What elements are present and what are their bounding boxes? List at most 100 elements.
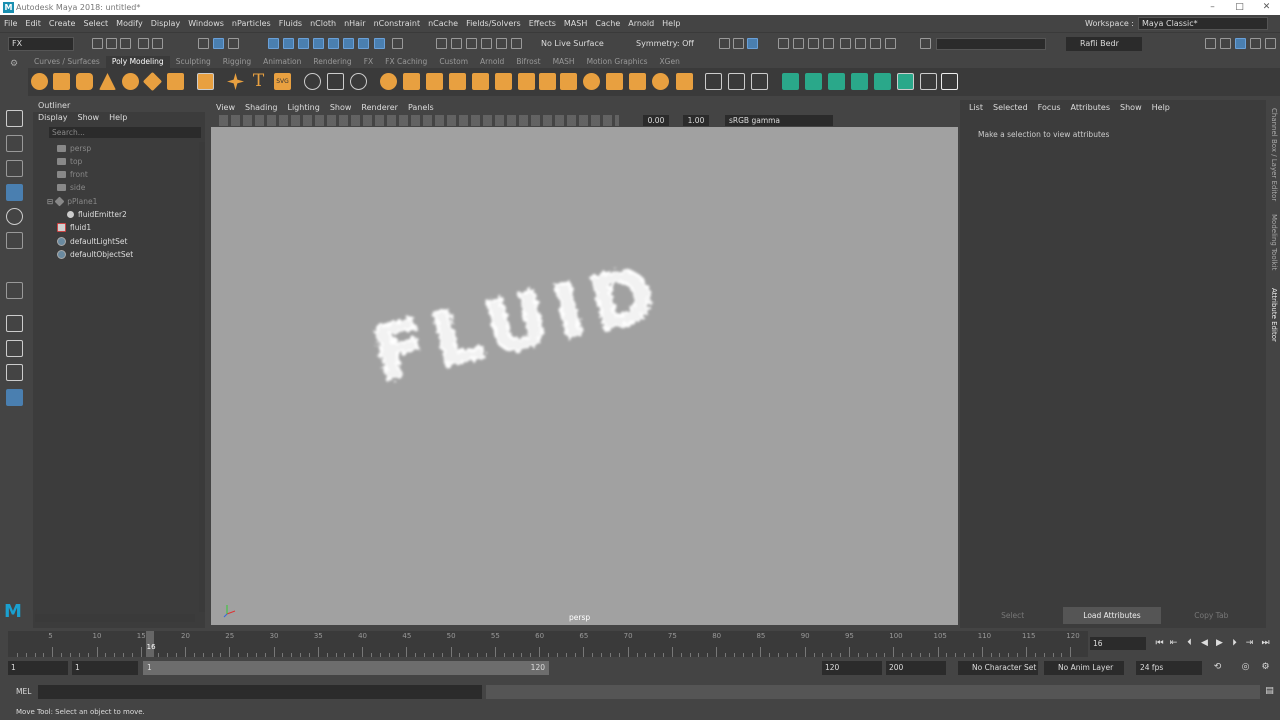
- move-tool-icon[interactable]: [6, 184, 23, 201]
- snap-view-icon[interactable]: [481, 38, 492, 49]
- selection-mask-2-icon[interactable]: [283, 38, 294, 49]
- selection-mask-4-icon[interactable]: [313, 38, 324, 49]
- exposure-field[interactable]: 0.00: [643, 115, 669, 126]
- menu-set-dropdown[interactable]: FX: [8, 37, 74, 51]
- poly-torus-icon[interactable]: [122, 73, 139, 90]
- poly-plane-icon[interactable]: [142, 71, 163, 92]
- shelf-options-gear-icon[interactable]: ⚙: [4, 58, 24, 94]
- open-scene-icon[interactable]: [106, 38, 117, 49]
- light-editor-icon[interactable]: [840, 38, 851, 49]
- outliner-item-pplane1[interactable]: ⊟ pPlane1: [47, 195, 97, 208]
- menu-ncloth[interactable]: nCloth: [306, 15, 340, 32]
- menu-fields-solvers[interactable]: Fields/Solvers: [462, 15, 525, 32]
- menu-windows[interactable]: Windows: [184, 15, 228, 32]
- menu-fluids[interactable]: Fluids: [275, 15, 306, 32]
- outliner-menu-display[interactable]: Display: [33, 112, 73, 124]
- viewport-persp[interactable]: FLUID persp: [211, 127, 958, 625]
- xgen-icon[interactable]: [855, 38, 866, 49]
- close-icon[interactable]: ✕: [1253, 0, 1280, 15]
- connect-icon[interactable]: [751, 73, 768, 90]
- poly-cube-icon[interactable]: [53, 73, 70, 90]
- select-tool-icon[interactable]: [6, 110, 23, 127]
- uv-cylindrical-icon[interactable]: [805, 73, 822, 90]
- shelf-tab-custom[interactable]: Custom: [433, 56, 474, 68]
- preferences-icon[interactable]: ⚙: [1260, 662, 1271, 673]
- load-attributes-button[interactable]: Load Attributes: [1063, 607, 1161, 624]
- select-component-icon[interactable]: [228, 38, 239, 49]
- single-pane-layout-icon[interactable]: [6, 315, 23, 332]
- expand-icon[interactable]: ⊟: [47, 195, 53, 208]
- menu-file[interactable]: File: [0, 15, 21, 32]
- menu-ncache[interactable]: nCache: [424, 15, 462, 32]
- offset-loop-icon[interactable]: [728, 73, 745, 90]
- gamma-field[interactable]: 1.00: [683, 115, 709, 126]
- outliner-toggle-icon[interactable]: [1265, 38, 1276, 49]
- side-tab-modeling-toolkit[interactable]: Modeling Toolkit: [1270, 214, 1278, 270]
- time-ruler[interactable]: 5 10 15 20 25 30 35 40 45 50 55 60 65 70 75 80 85 90 95 100…: [8, 631, 1088, 657]
- ae-menu-selected[interactable]: Selected: [988, 102, 1033, 114]
- menu-nhair[interactable]: nHair: [340, 15, 370, 32]
- uv-cut-icon[interactable]: [920, 73, 937, 90]
- playback-end-field[interactable]: 120: [822, 661, 882, 675]
- outliner-persp-layout-icon[interactable]: [6, 389, 23, 406]
- redo-icon[interactable]: [152, 38, 163, 49]
- viewport-menu-view[interactable]: View: [211, 102, 240, 113]
- shelf-tab-rigging[interactable]: Rigging: [217, 56, 257, 68]
- smooth-icon[interactable]: [426, 73, 443, 90]
- channel-box-toggle-icon[interactable]: [1250, 38, 1261, 49]
- side-tab-attribute-editor[interactable]: Attribute Editor: [1270, 288, 1278, 342]
- anim-layer-dropdown[interactable]: No Anim Layer: [1044, 661, 1124, 675]
- snap-grid-icon[interactable]: [436, 38, 447, 49]
- selection-mask-8-icon[interactable]: [374, 38, 385, 49]
- character-set-dropdown[interactable]: No Character Set: [958, 661, 1038, 675]
- collapse-icon[interactable]: [652, 73, 669, 90]
- loop-icon[interactable]: ⟲: [1212, 662, 1223, 673]
- bridge-icon[interactable]: [539, 73, 556, 90]
- shelf-tab-poly-modeling[interactable]: Poly Modeling: [105, 56, 170, 68]
- pause-render-icon[interactable]: [885, 38, 896, 49]
- step-back-frame-icon[interactable]: ⏴: [1184, 638, 1195, 649]
- step-forward-frame-icon[interactable]: ⏵: [1229, 638, 1240, 649]
- side-tab-channel-box[interactable]: Channel Box / Layer Editor: [1270, 108, 1278, 201]
- shelf-tab-arnold[interactable]: Arnold: [474, 56, 510, 68]
- ae-menu-show[interactable]: Show: [1115, 102, 1147, 114]
- workspace-dropdown[interactable]: Maya Classic*: [1138, 17, 1268, 30]
- script-editor-icon[interactable]: ▤: [1264, 686, 1275, 697]
- undo-icon[interactable]: [138, 38, 149, 49]
- two-pane-layout-icon[interactable]: [6, 364, 23, 381]
- append-icon[interactable]: [629, 73, 646, 90]
- animation-start-field[interactable]: 1: [8, 661, 68, 675]
- snap-point-icon[interactable]: [466, 38, 477, 49]
- shelf-tab-sculpting[interactable]: Sculpting: [170, 56, 217, 68]
- input-mode-icon[interactable]: [920, 38, 931, 49]
- go-to-end-icon[interactable]: ⏭: [1260, 638, 1271, 649]
- boolean-icon[interactable]: [449, 73, 466, 90]
- attribute-editor-toggle-icon[interactable]: [1220, 38, 1231, 49]
- menu-display[interactable]: Display: [147, 15, 185, 32]
- outliner-item-side[interactable]: side: [57, 181, 85, 194]
- lock-icon[interactable]: [392, 38, 403, 49]
- command-language-label[interactable]: MEL: [16, 686, 31, 698]
- polygon-tool-icon[interactable]: [304, 73, 321, 90]
- menu-help[interactable]: Help: [658, 15, 684, 32]
- play-forwards-icon[interactable]: ▶: [1214, 638, 1225, 649]
- menu-arnold[interactable]: Arnold: [624, 15, 658, 32]
- current-frame-marker[interactable]: 16: [145, 631, 156, 657]
- uv-automatic-icon[interactable]: [851, 73, 868, 90]
- copy-tab-button[interactable]: Copy Tab: [1162, 607, 1260, 624]
- edge-loop-icon[interactable]: [705, 73, 722, 90]
- ae-menu-attributes[interactable]: Attributes: [1066, 102, 1116, 114]
- uv-sew-icon[interactable]: [941, 73, 958, 90]
- arnold-render-icon[interactable]: [870, 38, 881, 49]
- four-pane-layout-icon[interactable]: [6, 340, 23, 357]
- outliner-item-persp[interactable]: persp: [57, 142, 91, 155]
- poly-cylinder-icon[interactable]: [76, 73, 93, 90]
- selection-mask-3-icon[interactable]: [298, 38, 309, 49]
- viewport-menu-lighting[interactable]: Lighting: [282, 102, 324, 113]
- symmetry-label[interactable]: Symmetry: Off: [636, 37, 694, 51]
- multi-cut-icon[interactable]: [327, 73, 344, 90]
- type-tool-icon[interactable]: T: [250, 73, 267, 90]
- menu-edit[interactable]: Edit: [21, 15, 45, 32]
- separate-icon[interactable]: [403, 73, 420, 90]
- bevel-icon[interactable]: [583, 73, 600, 90]
